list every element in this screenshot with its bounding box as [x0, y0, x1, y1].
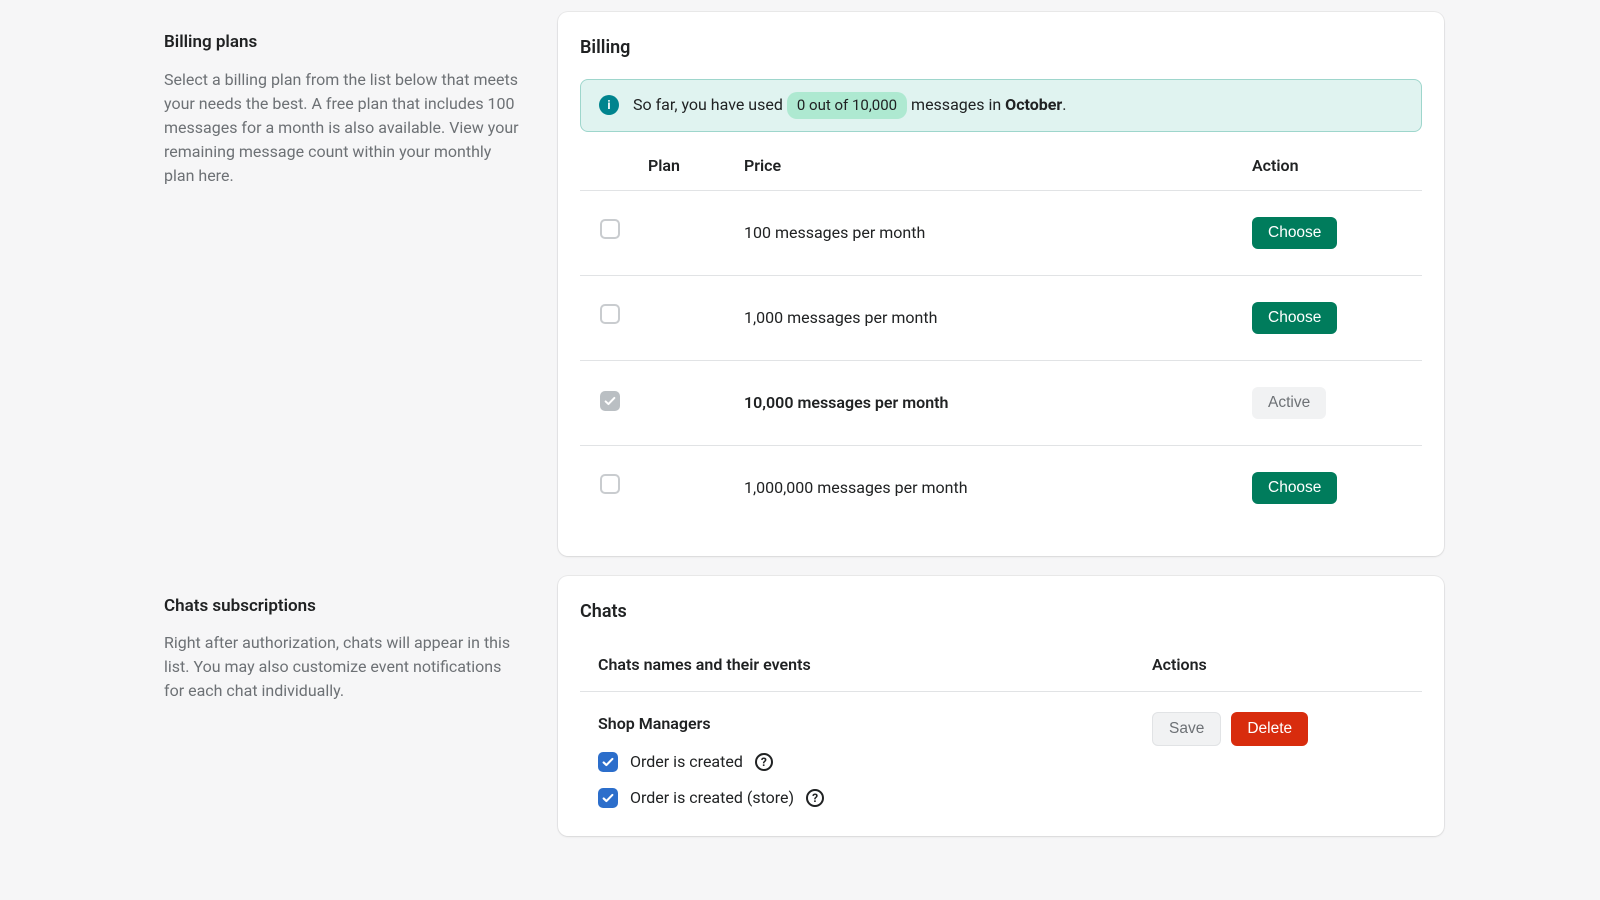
billing-card: Billing i So far, you have used 0 out of…	[558, 12, 1444, 556]
choose-button[interactable]: Choose	[1252, 472, 1337, 504]
event-label: Order is created	[630, 750, 743, 774]
event-checkbox[interactable]	[598, 752, 618, 772]
col-plan: Plan	[648, 154, 744, 178]
plan-price: 1,000 messages per month	[744, 306, 1252, 330]
plan-checkbox-checked[interactable]	[600, 391, 620, 411]
billing-card-title: Billing	[580, 34, 1422, 61]
event-row: Order is created (store) ?	[598, 786, 1152, 810]
check-icon	[603, 394, 617, 408]
choose-button[interactable]: Choose	[1252, 217, 1337, 249]
plan-price: 1,000,000 messages per month	[744, 476, 1252, 500]
chats-section: Chats subscriptions Right after authoriz…	[164, 576, 1444, 836]
event-checkbox[interactable]	[598, 788, 618, 808]
delete-button[interactable]: Delete	[1231, 712, 1308, 746]
chat-name: Shop Managers	[598, 712, 1152, 736]
chats-card: Chats Chats names and their events Actio…	[558, 576, 1444, 836]
usage-text: So far, you have used 0 out of 10,000 me…	[633, 92, 1066, 119]
event-label: Order is created (store)	[630, 786, 794, 810]
chat-item: Shop Managers Order is created ?	[580, 712, 1422, 810]
usage-month: October	[1005, 95, 1062, 114]
chats-aside: Chats subscriptions Right after authoriz…	[164, 576, 520, 836]
billing-table-header: Plan Price Action	[580, 144, 1422, 191]
usage-badge: 0 out of 10,000	[787, 92, 907, 119]
billing-aside: Billing plans Select a billing plan from…	[164, 12, 520, 556]
billing-aside-title: Billing plans	[164, 30, 520, 56]
plan-row: 1,000,000 messages per month Choose	[580, 446, 1422, 530]
plan-checkbox[interactable]	[600, 219, 620, 239]
plan-price: 10,000 messages per month	[744, 391, 1252, 415]
info-icon: i	[599, 95, 619, 115]
chats-aside-desc: Right after authorization, chats will ap…	[164, 631, 520, 703]
choose-button[interactable]: Choose	[1252, 302, 1337, 334]
help-icon[interactable]: ?	[755, 753, 773, 771]
check-icon	[601, 791, 615, 805]
plan-row: 1,000 messages per month Choose	[580, 276, 1422, 361]
usage-banner: i So far, you have used 0 out of 10,000 …	[580, 79, 1422, 132]
active-button: Active	[1252, 387, 1326, 419]
check-icon	[601, 755, 615, 769]
col-chat-actions: Actions	[1152, 653, 1422, 677]
plan-checkbox[interactable]	[600, 474, 620, 494]
plan-row: 100 messages per month Choose	[580, 191, 1422, 276]
chats-card-title: Chats	[580, 598, 1422, 625]
help-icon[interactable]: ?	[806, 789, 824, 807]
col-price: Price	[744, 154, 1252, 178]
chats-table-header: Chats names and their events Actions	[580, 643, 1422, 692]
billing-section: Billing plans Select a billing plan from…	[164, 12, 1444, 556]
col-chat-names: Chats names and their events	[598, 653, 1152, 677]
plan-checkbox[interactable]	[600, 304, 620, 324]
save-button[interactable]: Save	[1152, 712, 1221, 746]
chats-aside-title: Chats subscriptions	[164, 594, 520, 620]
billing-aside-desc: Select a billing plan from the list belo…	[164, 68, 520, 188]
col-action: Action	[1252, 154, 1422, 178]
plan-price: 100 messages per month	[744, 221, 1252, 245]
plan-row-active: 10,000 messages per month Active	[580, 361, 1422, 446]
event-row: Order is created ?	[598, 750, 1152, 774]
